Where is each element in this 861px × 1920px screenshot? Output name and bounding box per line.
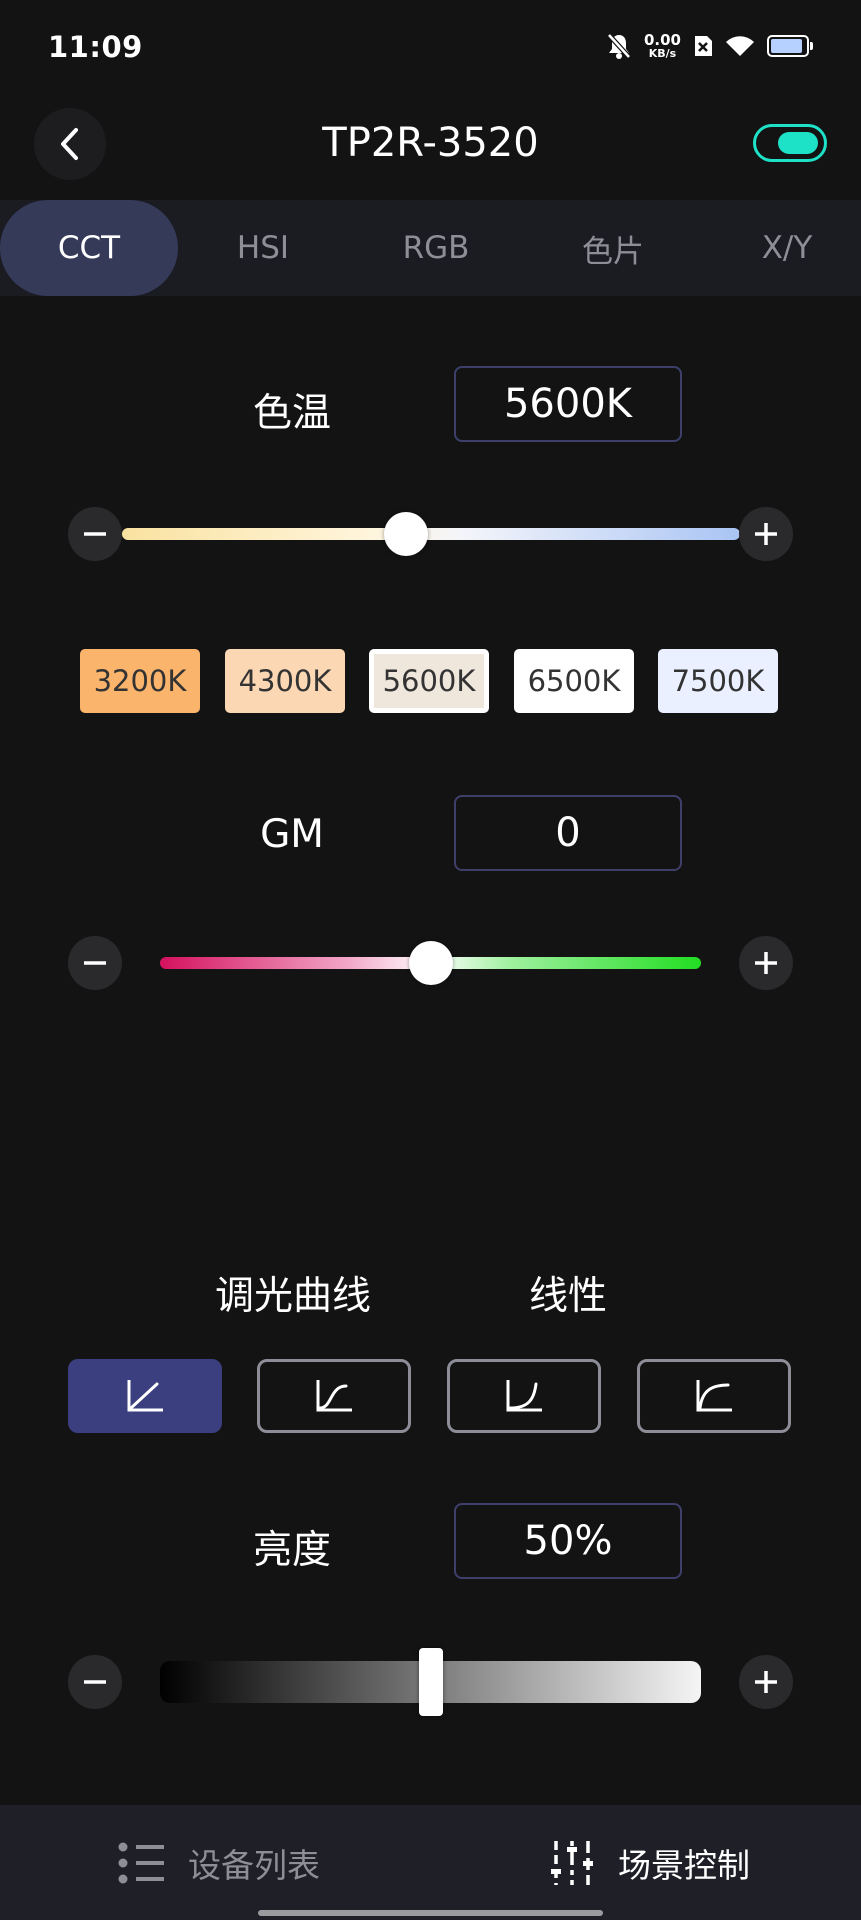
gm-plus-button[interactable] — [739, 936, 793, 990]
plus-icon — [755, 1671, 777, 1693]
mode-tabbar: CCT HSI RGB 色片 X/Y — [0, 200, 861, 296]
gm-minus-button[interactable] — [68, 936, 122, 990]
no-sim-icon — [695, 36, 712, 56]
minus-icon — [84, 532, 106, 536]
preset-3200k[interactable]: 3200K — [80, 649, 200, 713]
minus-icon — [84, 1680, 106, 1684]
tab-hsi[interactable]: HSI — [178, 200, 348, 296]
brightness-minus-button[interactable] — [68, 1655, 122, 1709]
curve-exponential-button[interactable] — [447, 1359, 601, 1433]
brightness-slider-thumb[interactable] — [418, 1648, 443, 1716]
curve-s-button[interactable] — [257, 1359, 411, 1433]
network-speed-value: 0.00 — [643, 31, 681, 49]
cct-minus-button[interactable] — [68, 507, 122, 561]
preset-6500k[interactable]: 6500K — [514, 649, 634, 713]
preset-5600k[interactable]: 5600K — [369, 649, 489, 713]
cct-label: 色温 — [252, 391, 331, 436]
nav-scene-control-label: 场景控制 — [618, 1845, 750, 1885]
brightness-label: 亮度 — [252, 1528, 331, 1573]
home-indicator — [258, 1910, 603, 1916]
minus-icon — [84, 961, 106, 965]
gm-slider-thumb[interactable] — [408, 941, 453, 985]
cct-value-field[interactable]: 5600K — [454, 366, 682, 442]
nav-device-list-label: 设备列表 — [188, 1845, 320, 1885]
gm-label: GM — [260, 812, 324, 857]
gm-value-field[interactable]: 0 — [454, 795, 682, 871]
battery-fill — [771, 39, 802, 53]
tab-rgb[interactable]: RGB — [348, 200, 524, 296]
wifi-icon — [726, 36, 754, 56]
preset-7500k[interactable]: 7500K — [658, 649, 778, 713]
device-title: TP2R-3520 — [322, 120, 539, 166]
status-time: 11:09 — [48, 30, 143, 64]
cct-slider-thumb[interactable] — [384, 512, 429, 556]
network-speed-unit: KB/s — [648, 47, 677, 60]
logarithmic-curve-icon — [696, 1380, 732, 1412]
linear-curve-icon — [127, 1380, 163, 1412]
exponential-curve-icon — [506, 1380, 542, 1412]
curve-value: 线性 — [528, 1274, 607, 1319]
nav-device-list[interactable]: 设备列表 — [118, 1805, 320, 1920]
tab-cct[interactable]: CCT — [0, 200, 178, 296]
bottom-nav: 设备列表 场景控制 — [0, 1805, 861, 1920]
plus-icon — [755, 952, 777, 974]
plus-icon — [755, 523, 777, 545]
power-toggle[interactable] — [753, 124, 827, 162]
status-icons: 0.00 KB/s — [606, 32, 813, 60]
brightness-value-field[interactable]: 50% — [454, 1503, 682, 1579]
notifications-off-icon — [607, 33, 631, 59]
tab-gel[interactable]: 色片 — [524, 200, 702, 296]
preset-4300k[interactable]: 4300K — [225, 649, 345, 713]
brightness-plus-button[interactable] — [739, 1655, 793, 1709]
nav-scene-control[interactable]: 场景控制 — [548, 1805, 750, 1920]
battery-icon — [767, 35, 813, 57]
sliders-icon — [551, 1840, 593, 1885]
curve-label: 调光曲线 — [214, 1274, 371, 1319]
s-curve-icon — [316, 1380, 352, 1412]
cct-slider-track[interactable] — [122, 528, 740, 540]
cct-plus-button[interactable] — [739, 507, 793, 561]
toggle-knob — [778, 132, 818, 154]
tab-xy[interactable]: X/Y — [702, 200, 861, 296]
network-speed: 0.00 KB/s — [643, 31, 681, 60]
curve-linear-button[interactable] — [68, 1359, 222, 1433]
list-icon — [118, 1842, 164, 1883]
curve-logarithmic-button[interactable] — [637, 1359, 791, 1433]
